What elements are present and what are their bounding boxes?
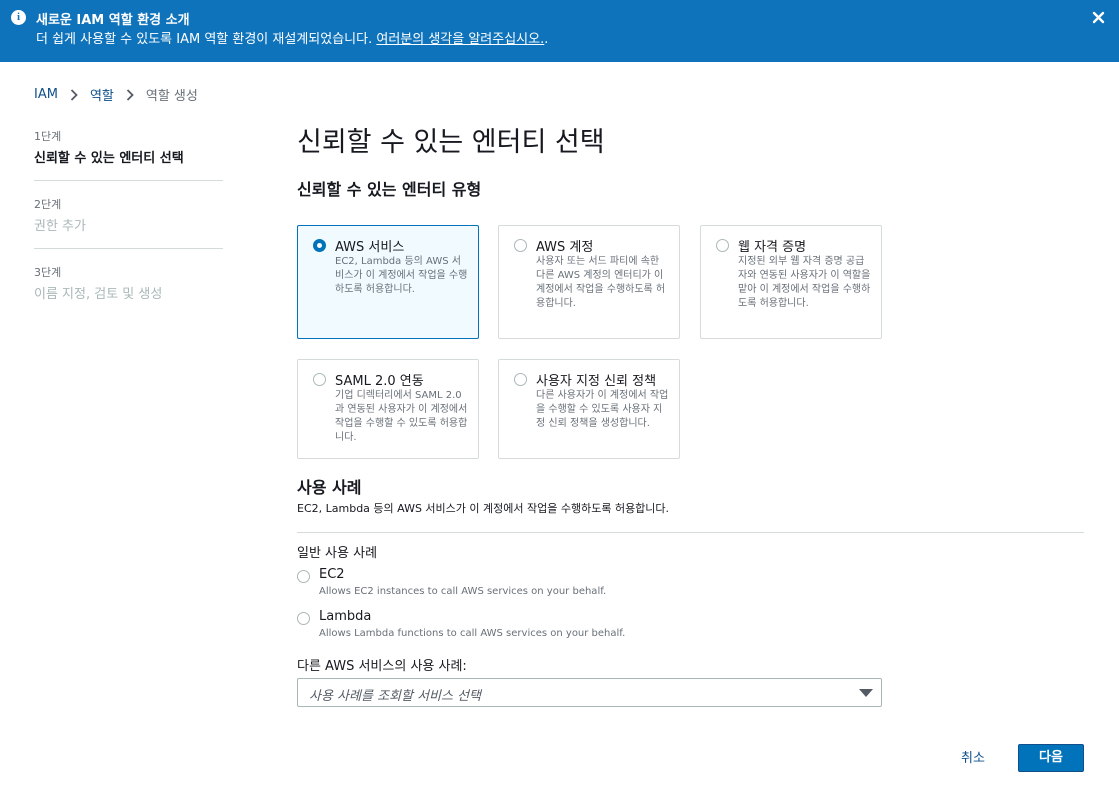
radio-button[interactable]	[297, 570, 310, 583]
breadcrumb-create-role: 역할 생성	[145, 89, 198, 104]
option-description: Allows EC2 instances to call AWS service…	[319, 586, 607, 597]
radio-button[interactable]	[313, 239, 326, 252]
close-icon[interactable]	[1092, 11, 1105, 24]
cancel-button[interactable]: 취소	[961, 747, 985, 766]
entity-card-saml[interactable]: SAML 2.0 연동 기업 디렉터리에서 SAML 2.0과 연동된 사용자가…	[297, 359, 479, 459]
option-description: Allows Lambda functions to call AWS serv…	[319, 628, 626, 639]
card-title: SAML 2.0 연동	[335, 374, 424, 389]
wizard-steps: 1단계 신뢰할 수 있는 엔터티 선택 2단계 권한 추가 3단계 이름 지정,…	[34, 128, 223, 331]
option-title: EC2	[319, 567, 345, 582]
card-description: 기업 디렉터리에서 SAML 2.0과 연동된 사용자가 이 계정에서 작업을 …	[335, 390, 468, 443]
divider	[297, 532, 1084, 533]
radio-button[interactable]	[514, 373, 527, 386]
service-select[interactable]: 사용 사례를 조회할 서비스 선택	[297, 678, 882, 707]
card-description: 다른 사용자가 이 계정에서 작업을 수행할 수 있도록 사용자 지정 신뢰 정…	[536, 390, 669, 429]
card-title: AWS 서비스	[335, 240, 405, 255]
radio-button[interactable]	[514, 239, 527, 252]
step-1: 1단계 신뢰할 수 있는 엔터티 선택	[34, 128, 223, 181]
info-banner: i 새로운 IAM 역할 환경 소개 더 쉽게 사용할 수 있도록 IAM 역할…	[0, 0, 1119, 62]
feedback-link[interactable]: 여러분의 생각을 알려주십시오.	[376, 32, 544, 47]
radio-button[interactable]	[716, 239, 729, 252]
step-label: 신뢰할 수 있는 엔터티 선택	[34, 151, 184, 166]
other-services-label: 다른 AWS 서비스의 사용 사례:	[297, 659, 467, 674]
banner-message: 더 쉽게 사용할 수 있도록 IAM 역할 환경이 재설계되었습니다. 여러분의…	[36, 32, 549, 47]
use-case-title: 사용 사례	[297, 478, 362, 497]
info-icon: i	[11, 10, 26, 25]
select-placeholder: 사용 사례를 조회할 서비스 선택	[309, 689, 482, 704]
card-description: 지정된 외부 웹 자격 증명 공급자와 연동된 사용자가 이 역할을 맡아 이 …	[738, 256, 871, 309]
common-use-cases-label: 일반 사용 사례	[297, 546, 378, 561]
chevron-right-icon	[70, 88, 78, 101]
card-description: EC2, Lambda 등의 AWS 서비스가 이 계정에서 작업을 수행하도록…	[335, 256, 468, 295]
entity-card-aws-account[interactable]: AWS 계정 사용자 또는 서드 파티에 속한 다른 AWS 계정의 엔터티가 …	[498, 225, 680, 339]
card-description: 사용자 또는 서드 파티에 속한 다른 AWS 계정의 엔터티가 이 계정에서 …	[536, 256, 666, 309]
step-number: 2단계	[34, 198, 62, 211]
step-number: 3단계	[34, 266, 62, 279]
caret-down-icon	[859, 689, 873, 697]
chevron-right-icon	[126, 88, 134, 101]
step-2: 2단계 권한 추가	[34, 196, 223, 249]
entity-card-aws-service[interactable]: AWS 서비스 EC2, Lambda 등의 AWS 서비스가 이 계정에서 작…	[297, 225, 479, 339]
card-title: 사용자 지정 신뢰 정책	[536, 374, 657, 389]
next-button[interactable]: 다음	[1018, 744, 1084, 772]
option-title: Lambda	[319, 609, 372, 624]
card-title: AWS 계정	[536, 240, 594, 255]
section-title: 신뢰할 수 있는 엔터티 유형	[297, 180, 482, 199]
breadcrumb-roles[interactable]: 역할	[90, 85, 114, 104]
radio-button[interactable]	[313, 373, 326, 386]
radio-button[interactable]	[297, 612, 310, 625]
entity-card-custom-trust-policy[interactable]: 사용자 지정 신뢰 정책 다른 사용자가 이 계정에서 작업을 수행할 수 있도…	[498, 359, 680, 459]
entity-card-web-identity[interactable]: 웹 자격 증명 지정된 외부 웹 자격 증명 공급자와 연동된 사용자가 이 역…	[700, 225, 882, 339]
page-title: 신뢰할 수 있는 엔터티 선택	[297, 127, 605, 158]
card-title: 웹 자격 증명	[738, 240, 807, 255]
use-case-description: EC2, Lambda 등의 AWS 서비스가 이 계정에서 작업을 수행하도록…	[297, 502, 670, 515]
breadcrumb: IAM 역할 역할 생성	[34, 85, 198, 104]
step-label: 권한 추가	[34, 219, 86, 234]
step-number: 1단계	[34, 130, 62, 143]
step-3: 3단계 이름 지정, 검토 및 생성	[34, 264, 223, 316]
breadcrumb-iam[interactable]: IAM	[34, 87, 58, 102]
step-label: 이름 지정, 검토 및 생성	[34, 287, 163, 302]
banner-title: 새로운 IAM 역할 환경 소개	[36, 13, 190, 28]
